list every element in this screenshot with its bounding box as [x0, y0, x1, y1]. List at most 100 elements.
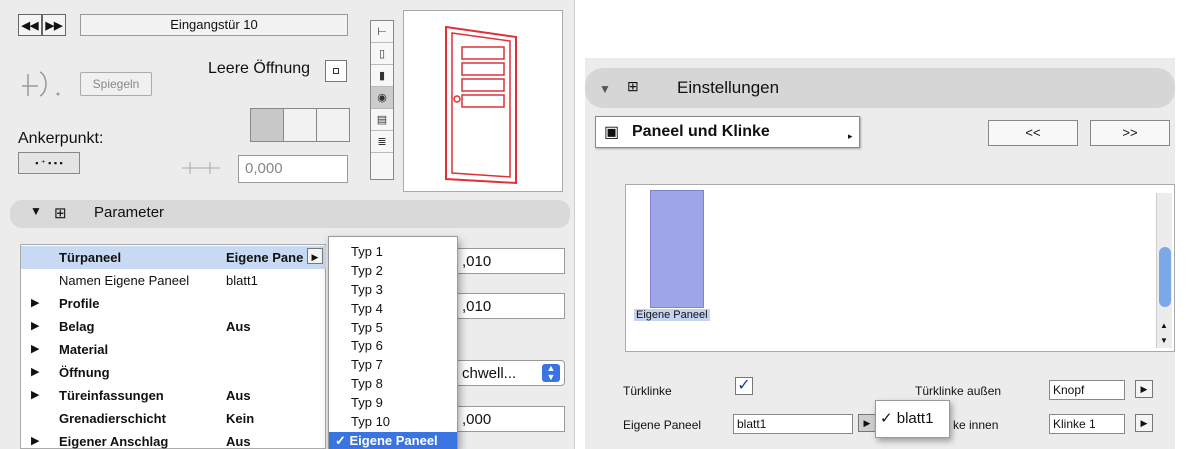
opening-left-icon[interactable] [251, 109, 284, 141]
door-handle-checkbox[interactable]: ✓ [735, 377, 753, 395]
panel-type-dropdown-arrow[interactable]: ▶ [307, 248, 323, 264]
parameter-section-header[interactable]: ▼ ⊞ Parameter [10, 200, 570, 228]
plan-view-icon[interactable]: ⊢ [371, 21, 393, 43]
offset-icon [180, 158, 230, 176]
thumbnail-label: Eigene Paneel [634, 309, 710, 321]
inner-handle-field[interactable]: Klinke 1 [1049, 414, 1125, 434]
row-name: Namen Eigene Paneel [59, 273, 190, 288]
scrollbar[interactable]: ▲ ▼ [1156, 193, 1172, 348]
dropdown-item[interactable]: Typ 9 [329, 394, 457, 413]
custom-panel-arrow-icon[interactable]: ▶ [858, 414, 876, 432]
offset-input[interactable]: 0,000 [238, 155, 348, 183]
door-title-field: Eingangstür 10 [80, 14, 348, 36]
previous-door-button[interactable]: ◀◀ [18, 14, 42, 36]
expand-triangle-icon[interactable]: ▶ [31, 292, 39, 315]
row-name: Grenadierschicht [59, 411, 166, 426]
expand-triangle-icon[interactable]: ▶ [31, 384, 39, 407]
expand-triangle-icon[interactable]: ▶ [31, 315, 39, 338]
mirror-button[interactable]: Spiegeln [80, 72, 152, 96]
inner-handle-arrow-icon[interactable]: ▶ [1135, 414, 1153, 432]
collapse-triangle-icon[interactable]: ▼ [30, 204, 42, 218]
door-preview-icon [445, 25, 517, 185]
list-view-icon[interactable]: ≣ [371, 131, 393, 153]
row-name: Türeinfassungen [59, 388, 164, 403]
dropdown-item[interactable]: Typ 6 [329, 337, 457, 356]
custom-panel-field[interactable]: blatt1 [733, 414, 853, 434]
value-input-3[interactable]: ,000 [455, 406, 565, 432]
table-row[interactable]: ▶ Profile [21, 292, 326, 315]
dropdown-item[interactable]: Typ 7 [329, 356, 457, 375]
table-row[interactable]: ▶ Türeinfassungen Aus [21, 384, 326, 407]
3d-view-icon[interactable]: ◉ [371, 87, 393, 109]
row-name: Belag [59, 319, 95, 334]
scroll-down-icon[interactable]: ▼ [1160, 336, 1168, 345]
scrollbar-thumb[interactable] [1159, 247, 1171, 307]
row-value: Kein [226, 411, 255, 426]
previous-page-button[interactable]: << [988, 120, 1078, 146]
custom-panel-popup[interactable]: ✓ blatt1 [875, 400, 950, 438]
table-row[interactable]: ▶ Öffnung [21, 361, 326, 384]
collapse-triangle-icon[interactable]: ▼ [599, 82, 611, 96]
table-row[interactable]: ▶ Eigener Anschlag Aus [21, 430, 326, 449]
expand-triangle-icon[interactable]: ▶ [31, 338, 39, 361]
row-value: Aus [226, 319, 251, 334]
opening-center-icon[interactable] [284, 109, 317, 141]
section-view-icon[interactable]: ▤ [371, 109, 393, 131]
table-row[interactable]: Grenadierschicht Kein [21, 407, 326, 430]
eigene-paneel-thumbnail[interactable] [650, 190, 704, 308]
dropdown-item[interactable]: Typ 4 [329, 300, 457, 319]
mirror-icon [18, 66, 64, 100]
row-name: Eigener Anschlag [59, 434, 169, 449]
front-view-icon[interactable]: ▯ [371, 43, 393, 65]
scroll-up-icon[interactable]: ▲ [1160, 321, 1168, 330]
row-name: Profile [59, 296, 100, 311]
dropdown-item[interactable]: Typ 1 [329, 243, 457, 262]
parameter-title: Parameter [94, 204, 165, 221]
outer-handle-field[interactable]: Knopf [1049, 380, 1125, 400]
popup-arrow-icon: ▸ [848, 131, 853, 141]
value-input-1[interactable]: ,010 [455, 248, 565, 274]
select-stepper-icon[interactable]: ▲ ▼ [542, 364, 560, 382]
table-row[interactable]: ▶ Material [21, 338, 326, 361]
dropdown-item[interactable]: Typ 10 [329, 413, 457, 432]
dropdown-item[interactable]: Typ 3 [329, 281, 457, 300]
side-view-icon[interactable]: ▮ [371, 65, 393, 87]
dropdown-item[interactable]: Typ 5 [329, 319, 457, 338]
outer-handle-arrow-icon[interactable]: ▶ [1135, 380, 1153, 398]
panel-popup-label: Paneel und Klinke [632, 123, 770, 140]
value-input-2[interactable]: ,010 [455, 293, 565, 319]
custom-panel-label: Eigene Paneel [623, 418, 702, 432]
row-name: Öffnung [59, 365, 110, 380]
outer-handle-label: Türklinke außen [915, 384, 1002, 398]
inner-handle-label: ke innen [953, 418, 999, 432]
row-value: blatt1 [226, 273, 258, 288]
row-value: Aus [226, 388, 251, 403]
empty-opening-label: Leere Öffnung [208, 60, 311, 77]
anchor-point-selector[interactable]: ▪ ⁺ ▪ ▪ ▪ [18, 152, 80, 174]
parameter-icon: ⊞ [54, 205, 67, 222]
row-name: Türpaneel [59, 250, 122, 265]
table-row[interactable]: Namen Eigene Paneel blatt1 [21, 269, 326, 292]
table-row[interactable]: Türpaneel Eigene Pane [21, 246, 326, 269]
next-page-button[interactable]: >> [1090, 120, 1170, 146]
expand-triangle-icon[interactable]: ▶ [31, 361, 39, 384]
settings-panel: ▼ ⊞ Einstellungen ▣ Paneel und Klinke ▸ … [585, 58, 1175, 449]
dropdown-item[interactable]: Typ 2 [329, 262, 457, 281]
row-value: Eigene Pane [226, 250, 304, 265]
parameter-table: Türpaneel Eigene Pane Namen Eigene Paneel b… [20, 244, 326, 449]
settings-section-header[interactable]: ▼ ⊞ Einstellungen [585, 68, 1175, 108]
panel-type-dropdown: Typ 1 Typ 2 Typ 3 Typ 4 Typ 5 Typ 6 Typ 7 Typ 8… [328, 236, 458, 449]
dropdown-item[interactable]: Typ 8 [329, 375, 457, 394]
table-row[interactable]: ▶ Belag Aus [21, 315, 326, 338]
row-value: Aus [226, 434, 251, 449]
expand-triangle-icon[interactable]: ▶ [31, 430, 39, 449]
next-door-button[interactable]: ▶▶ [42, 14, 66, 36]
empty-opening-checkbox[interactable] [325, 60, 347, 82]
dropdown-item-eigene-paneel[interactable]: ✓ Eigene Paneel [329, 431, 457, 449]
panel-preview-list: Eigene Paneel ▲ ▼ [625, 184, 1175, 352]
opening-side-selector[interactable] [250, 108, 350, 142]
settings-icon: ⊞ [627, 78, 639, 94]
threshold-select[interactable]: chwell... ▲ ▼ [455, 360, 565, 386]
opening-right-icon[interactable] [317, 109, 349, 141]
panel-handle-popup[interactable]: ▣ Paneel und Klinke ▸ [595, 116, 860, 148]
